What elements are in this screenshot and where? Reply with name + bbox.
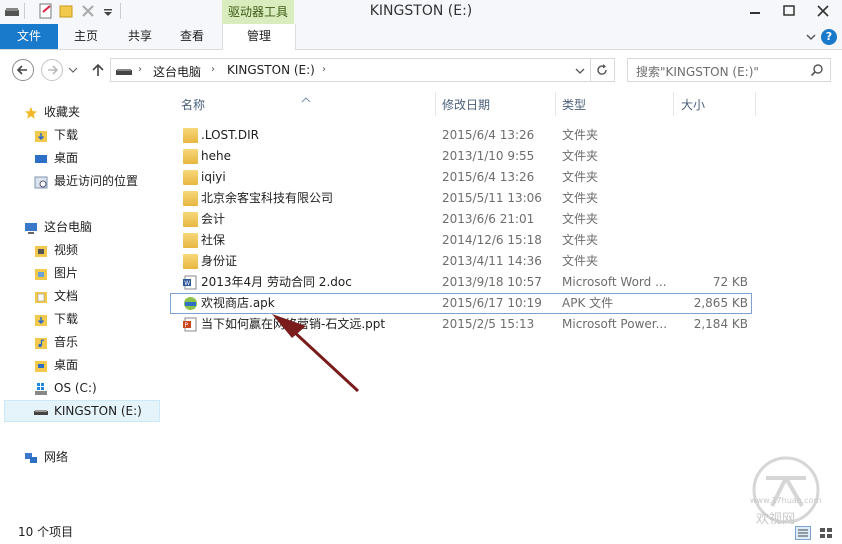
file-row[interactable]: W 2013年4月 劳动合同 2.doc 2013/9/18 10:57 Mic… (170, 272, 752, 293)
ribbon-tab-bar: 文件 主页 共享 查看 管理 ? (0, 24, 842, 50)
file-row[interactable]: 身份证 2013/4/11 14:36 文件夹 (170, 251, 752, 272)
folder-icon (183, 212, 198, 227)
expand-ribbon-icon[interactable] (804, 30, 818, 44)
column-header-size[interactable]: 大小 (681, 96, 705, 113)
maximize-button[interactable] (774, 0, 804, 22)
file-row[interactable]: .LOST.DIR 2015/6/4 13:26 文件夹 (170, 125, 752, 146)
tab-file[interactable]: 文件 (0, 24, 58, 49)
computer-icon (24, 220, 38, 234)
search-placeholder: 搜索"KINGSTON (E:)" (636, 65, 759, 79)
folder-icon (183, 191, 198, 206)
file-row-highlighted[interactable]: 欢视商店.apk 2015/6/17 10:19 APK 文件 2,865 KB (170, 293, 752, 314)
tab-manage[interactable]: 管理 (222, 24, 296, 50)
desktop-icon (34, 151, 48, 165)
status-item-count: 10 个项目 (18, 525, 74, 539)
breadcrumb-separator-icon: › (211, 64, 215, 75)
star-icon (24, 105, 38, 119)
large-icons-view-icon[interactable] (818, 526, 834, 540)
file-row[interactable]: iqiyi 2015/6/4 13:26 文件夹 (170, 167, 752, 188)
refresh-icon[interactable] (595, 63, 609, 77)
breadcrumb-separator-icon: › (138, 64, 142, 75)
address-bar[interactable]: › 这台电脑 › KINGSTON (E:) › (110, 58, 615, 82)
recent-places-icon (34, 174, 48, 189)
recent-locations-icon[interactable] (67, 64, 79, 76)
close-button[interactable] (804, 0, 842, 22)
column-header-name[interactable]: 名称 (181, 96, 205, 113)
apk-icon (183, 296, 198, 311)
breadcrumb-separator-icon: › (322, 64, 326, 75)
folder-icon (183, 149, 198, 164)
minimize-button[interactable] (740, 0, 770, 22)
drive-breadcrumb-icon (115, 65, 133, 77)
address-row: › 这台电脑 › KINGSTON (E:) › 搜索"KINGSTON (E:… (0, 50, 842, 91)
file-row[interactable]: P 当下如何赢在网络营销-石文远.ppt 2015/2/5 15:13 Micr… (170, 314, 752, 335)
window-title: KINGSTON (E:) (369, 3, 473, 19)
folder-icon (183, 128, 198, 143)
folder-icon (183, 233, 198, 248)
word-doc-icon: W (183, 275, 198, 290)
details-view-icon[interactable] (795, 526, 811, 540)
breadcrumb-this-pc[interactable]: 这台电脑 (153, 63, 201, 80)
network-icon (24, 450, 38, 464)
column-header-date[interactable]: 修改日期 (442, 96, 490, 113)
sort-ascending-icon (301, 92, 311, 103)
documents-folder-icon (34, 289, 48, 303)
downloads-folder-icon (34, 312, 48, 326)
file-row[interactable]: 社保 2014/12/6 15:18 文件夹 (170, 230, 752, 251)
music-folder-icon (34, 335, 48, 349)
help-icon[interactable]: ? (821, 29, 837, 45)
desktop-folder-icon (34, 358, 48, 372)
windows-drive-icon (34, 381, 48, 395)
tab-view[interactable]: 查看 (170, 24, 214, 49)
file-row[interactable]: 北京余客宝科技有限公司 2015/5/11 13:06 文件夹 (170, 188, 752, 209)
svg-text:P: P (185, 322, 189, 329)
column-header-type[interactable]: 类型 (562, 96, 586, 113)
videos-folder-icon (34, 243, 48, 257)
file-row[interactable]: hehe 2013/1/10 9:55 文件夹 (170, 146, 752, 167)
file-row[interactable]: 会计 2013/6/6 21:01 文件夹 (170, 209, 752, 230)
tab-home[interactable]: 主页 (64, 24, 108, 49)
search-icon[interactable] (810, 63, 824, 77)
title-bar: 驱动器工具 KINGSTON (E:) (0, 0, 842, 24)
breadcrumb-drive[interactable]: KINGSTON (E:) (227, 63, 315, 77)
downloads-folder-icon (34, 128, 48, 142)
back-button[interactable] (12, 59, 34, 81)
folder-icon (183, 254, 198, 269)
watermark-logo: www.17huan.com 欢视网 (744, 456, 828, 527)
svg-text:W: W (184, 280, 190, 287)
forward-button[interactable] (41, 59, 63, 81)
watermark-text: 欢视网 (756, 512, 796, 527)
ppt-icon: P (183, 317, 198, 332)
up-arrow-icon[interactable] (90, 62, 106, 78)
tab-share[interactable]: 共享 (118, 24, 162, 49)
folder-icon (183, 170, 198, 185)
pictures-folder-icon (34, 266, 48, 280)
search-input[interactable]: 搜索"KINGSTON (E:)" (627, 58, 831, 82)
navigation-pane: 收藏夹 下载 桌面 最近访问的位置 这台电脑 视频 图片 文档 下载 音乐 桌面 (0, 91, 163, 516)
usb-drive-icon (34, 404, 48, 418)
address-dropdown-icon[interactable] (574, 65, 586, 77)
watermark-url: www.17huan.com (750, 496, 822, 505)
